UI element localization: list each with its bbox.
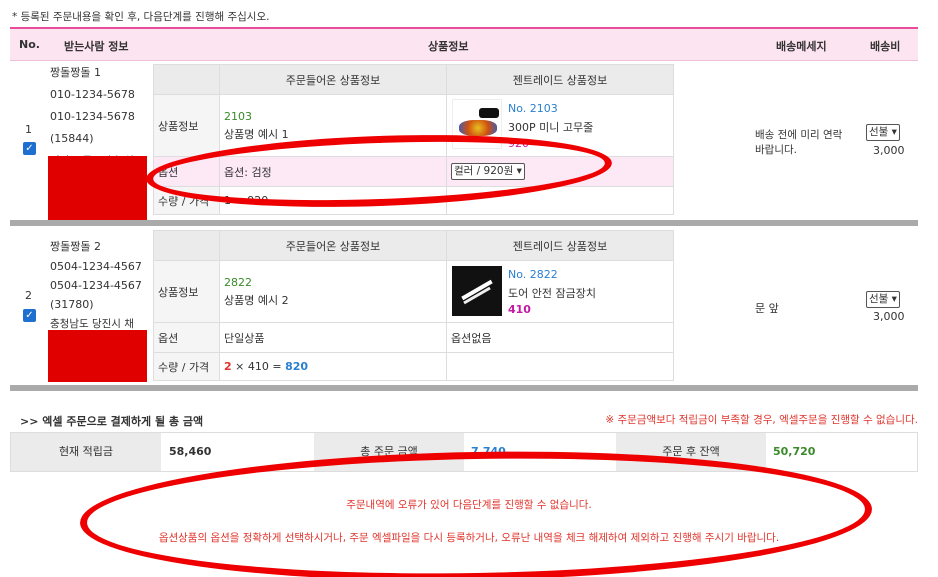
header-message: 배송메세지 — [776, 40, 827, 53]
product-thumb — [452, 266, 502, 316]
gentle-header: 젠트레이드 상품정보 — [446, 230, 674, 261]
gentle-price: 410 — [508, 303, 531, 316]
product-info-label: 상품정보 — [153, 94, 220, 157]
fee-select[interactable]: 선불 ▾ — [866, 124, 900, 141]
qty-value: 2 × 410 = 820 — [219, 352, 447, 381]
row-separator — [10, 220, 918, 226]
fee-amount: 3,000 — [873, 310, 905, 323]
incoming-code: 2103 — [224, 109, 252, 123]
row-checkbox[interactable]: ✓ — [23, 309, 36, 322]
delivery-message: 문 앞 — [755, 302, 779, 315]
balance-label: 현재 적립금 — [11, 433, 161, 471]
incoming-header: 주문들어온 상품정보 — [219, 64, 447, 95]
option-incoming: 단일상품 — [219, 322, 447, 353]
option-gentle: 옵션없음 — [446, 322, 674, 353]
incoming-code: 2822 — [224, 275, 252, 289]
row-number: 2 — [25, 289, 32, 302]
product-info-label: 상품정보 — [153, 260, 220, 323]
fee-amount: 3,000 — [873, 144, 905, 157]
header-fee: 배송비 — [870, 40, 901, 53]
header-no: No. — [19, 38, 40, 51]
delivery-message: 배송 전에 미리 연락 바랍니다. — [755, 129, 843, 156]
notice-text: * 등록된 주문내용을 확인 후, 다음단계를 진행해 주십시오. — [12, 11, 270, 23]
incoming-name: 상품명 예시 2 — [224, 293, 289, 307]
redaction-box — [48, 156, 147, 220]
receiver-phone1: 010-1234-5678 — [50, 88, 135, 101]
option-label: 옵션 — [153, 322, 220, 353]
receiver-name: 짱돌짱돌 1 — [50, 66, 101, 79]
table-header: No. 받는사람 정보 상품정보 배송메세지 배송비 — [10, 27, 918, 61]
header-receiver: 받는사람 정보 — [64, 40, 129, 53]
gentle-name: 300P 미니 고무줄 — [508, 121, 594, 134]
qty-mult: × 410 = — [235, 360, 282, 373]
redaction-box — [48, 330, 147, 382]
summary-title: >> 엑셀 주문으로 결제하게 될 총 금액 — [20, 415, 204, 428]
fee-select[interactable]: 선불 ▾ — [866, 291, 900, 308]
receiver-phone2: 010-1234-5678 — [50, 110, 135, 123]
gentle-header: 젠트레이드 상품정보 — [446, 64, 674, 95]
order-confirm-page: { "notice":"* 등록된 주문내용을 확인 후, 다음단계를 진행해 … — [0, 0, 938, 577]
row-checkbox[interactable]: ✓ — [23, 142, 36, 155]
header-product: 상품정보 — [428, 40, 469, 53]
qty-count: 2 — [224, 360, 232, 373]
row-number: 1 — [25, 123, 32, 136]
gentle-no: No. 2103 — [508, 102, 558, 115]
fee-select-value: 선불 — [869, 293, 889, 305]
receiver-zip: (15844) — [50, 132, 94, 145]
receiver-name: 짱돌짱돌 2 — [50, 240, 101, 253]
product-table: 주문들어온 상품정보 젠트레이드 상품정보 상품정보 2822 상품명 예시 2 … — [153, 230, 674, 381]
qty-total: 820 — [285, 360, 309, 373]
summary-note: ※ 주문금액보다 적립금이 부족할 경우, 엑셀주문을 진행할 수 없습니다. — [605, 414, 918, 426]
fee-select-value: 선불 — [869, 126, 889, 138]
row-separator — [10, 385, 918, 391]
incoming-header: 주문들어온 상품정보 — [219, 230, 447, 261]
qty-label: 수량 / 가격 — [153, 352, 220, 381]
after-value: 50,720 — [773, 445, 816, 458]
gentle-name: 도어 안전 잠금장치 — [508, 287, 596, 300]
gentle-no: No. 2822 — [508, 268, 558, 281]
